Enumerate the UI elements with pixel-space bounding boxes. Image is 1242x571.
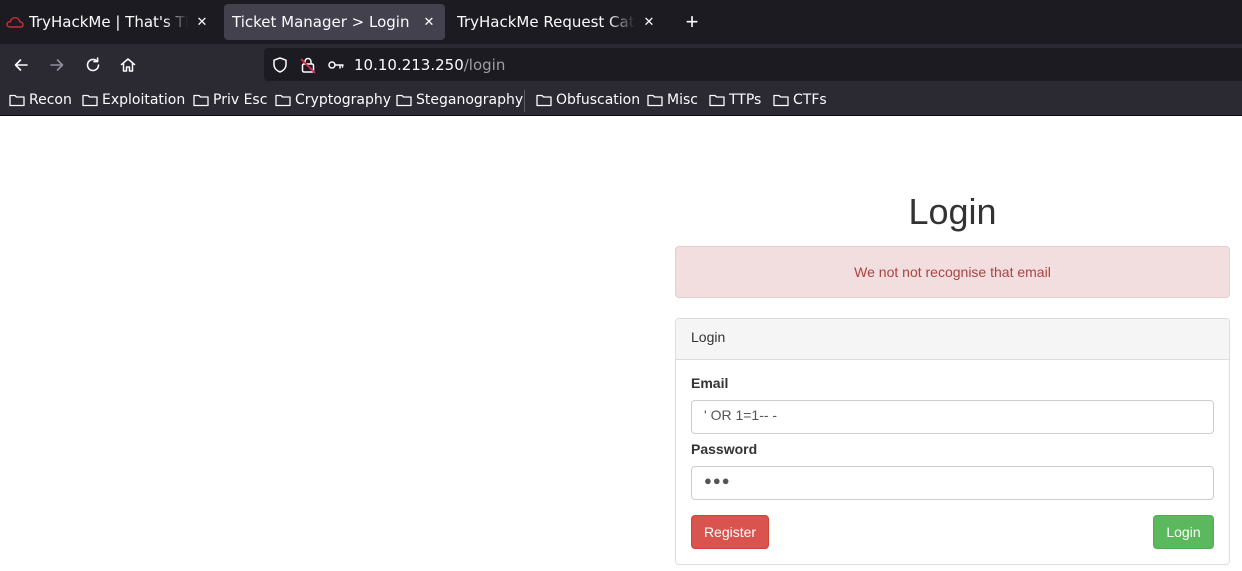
bookmark-label: Recon (29, 92, 72, 108)
bookmark-label: Priv Esc (213, 92, 268, 108)
bookmark-folder-exploitation[interactable]: Exploitation (82, 89, 185, 111)
bookmark-label: Misc (667, 92, 698, 108)
tryhackme-cloud-icon (6, 16, 24, 28)
bookmark-label: Cryptography (295, 92, 392, 108)
close-tab-icon[interactable]: ✕ (421, 14, 437, 30)
bookmark-label: CTFs (793, 92, 827, 108)
page-content: Login We not not recognise that email Lo… (0, 116, 1242, 571)
bookmark-label: Obfuscation (556, 92, 641, 108)
login-button[interactable]: Login (1153, 515, 1214, 549)
address-bar[interactable]: 10.10.213.250/login (264, 48, 1242, 81)
login-panel: Login Email ' OR 1=1-- - Password ●●● Re… (675, 318, 1230, 565)
home-button[interactable] (115, 52, 141, 78)
forward-arrow-icon (50, 59, 64, 71)
register-button[interactable]: Register (691, 515, 769, 549)
bookmarks-toolbar: Recon Exploitation Priv Esc Cryptography… (0, 85, 1242, 116)
error-alert: We not not recognise that email (675, 246, 1230, 298)
folder-icon (773, 94, 789, 107)
reload-icon (86, 57, 100, 72)
login-panel-heading: Login (676, 319, 1229, 360)
bookmark-folder-misc[interactable]: Misc (647, 89, 698, 111)
bookmark-folder-obfuscation[interactable]: Obfuscation (536, 89, 640, 111)
tab-tryhackme-ticket[interactable]: TryHackMe | That's The Ticket ✕ (0, 4, 218, 40)
bookmarks-separator (524, 90, 525, 112)
folder-icon (396, 94, 412, 107)
email-field[interactable]: ' OR 1=1-- - (691, 400, 1214, 434)
bookmark-folder-priv-esc[interactable]: Priv Esc (193, 89, 267, 111)
password-field[interactable]: ●●● (691, 466, 1214, 500)
url-path: /login (463, 56, 506, 74)
tab-title: Ticket Manager > Login (232, 13, 410, 31)
folder-icon (647, 94, 663, 107)
back-button[interactable] (8, 52, 34, 78)
forward-button[interactable] (44, 52, 70, 78)
folder-icon (193, 94, 209, 107)
navigation-toolbar: 10.10.213.250/login (0, 44, 1242, 85)
bookmark-label: Steganography (416, 92, 524, 108)
url-text: 10.10.213.250/login (354, 56, 505, 74)
insecure-connection-lock-icon[interactable] (298, 55, 318, 75)
email-label: Email (691, 375, 729, 391)
folder-icon (709, 94, 725, 107)
password-label: Password (691, 441, 758, 457)
tab-title: TryHackMe | That's The Ticket (29, 13, 188, 31)
tab-request-catcher[interactable]: TryHackMe Request Catcher ✕ (449, 4, 665, 40)
bookmark-folder-cryptography[interactable]: Cryptography (275, 89, 391, 111)
tracking-protection-shield-icon[interactable] (270, 55, 290, 75)
folder-icon (9, 94, 25, 107)
bookmark-label: TTPs (729, 92, 762, 108)
home-icon (120, 58, 136, 72)
page-title: Login (908, 191, 997, 232)
close-tab-icon[interactable]: ✕ (194, 14, 210, 30)
tab-ticket-manager-login[interactable]: Ticket Manager > Login ✕ (224, 4, 445, 40)
url-host: 10.10.213.250 (354, 56, 464, 74)
back-arrow-icon (14, 59, 28, 71)
close-tab-icon[interactable]: ✕ (641, 14, 657, 30)
bookmark-folder-ctfs[interactable]: CTFs (773, 89, 827, 111)
tab-title: TryHackMe Request Catcher (457, 13, 635, 31)
bookmark-label: Exploitation (102, 92, 186, 108)
reload-button[interactable] (80, 52, 106, 78)
folder-icon (82, 94, 98, 107)
bookmark-folder-recon[interactable]: Recon (9, 89, 72, 111)
new-tab-button[interactable]: + (680, 10, 704, 34)
bookmark-folder-steganography[interactable]: Steganography (396, 89, 523, 111)
folder-icon (536, 94, 552, 107)
bookmark-folder-ttps[interactable]: TTPs (709, 89, 761, 111)
tab-strip: TryHackMe | That's The Ticket ✕ Ticket M… (0, 0, 1242, 44)
error-alert-text: We not not recognise that email (854, 264, 1051, 280)
saved-password-key-icon[interactable] (326, 55, 346, 75)
folder-icon (275, 94, 291, 107)
